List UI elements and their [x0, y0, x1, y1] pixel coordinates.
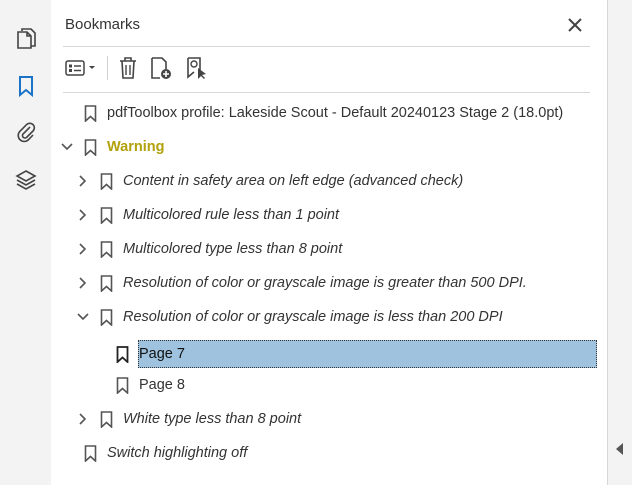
bookmark-icon	[83, 444, 97, 462]
bookmark-icon	[115, 376, 129, 394]
bookmark-label: Content in safety area on left edge (adv…	[123, 173, 464, 189]
bookmark-icon	[83, 104, 97, 122]
bookmark-row-page-7[interactable]: Page 7	[51, 337, 607, 371]
attachments-icon[interactable]	[12, 118, 40, 146]
panel-title: Bookmarks	[65, 16, 141, 33]
bookmark-row-warning[interactable]: Warning	[51, 130, 607, 164]
chevron-down-icon[interactable]	[76, 310, 90, 324]
toolbar-separator	[107, 56, 108, 80]
bookmarks-icon[interactable]	[12, 72, 40, 100]
layers-icon[interactable]	[12, 166, 40, 194]
bookmark-icon	[115, 345, 129, 363]
bookmark-icon	[99, 410, 113, 428]
bookmark-row-type[interactable]: Multicolored type less than 8 point	[51, 232, 607, 266]
add-bookmark-icon[interactable]	[148, 53, 174, 83]
bookmark-icon	[99, 240, 113, 258]
chevron-right-icon[interactable]	[76, 174, 90, 188]
bookmark-icon	[99, 274, 113, 292]
chevron-right-icon[interactable]	[76, 208, 90, 222]
bookmark-row-white-type[interactable]: White type less than 8 point	[51, 402, 607, 436]
bookmark-row-switch[interactable]: Switch highlighting off	[51, 436, 607, 470]
bookmark-row-res-low[interactable]: Resolution of color or grayscale image i…	[51, 300, 607, 334]
bookmark-label: Warning	[107, 139, 165, 155]
navigation-rail	[0, 0, 52, 485]
bookmark-label: Page 8	[139, 377, 185, 393]
collapse-panel-arrow-icon[interactable]	[614, 442, 624, 461]
bookmark-label: Resolution of color or grayscale image i…	[123, 309, 503, 325]
chevron-right-icon[interactable]	[76, 412, 90, 426]
bookmark-label: Switch highlighting off	[107, 445, 248, 461]
bookmark-label: White type less than 8 point	[123, 411, 302, 427]
bookmark-row-profile[interactable]: pdfToolbox profile: Lakeside Scout - Def…	[51, 96, 607, 130]
bookmark-row-rule[interactable]: Multicolored rule less than 1 point	[51, 198, 607, 232]
bookmark-row-res-high[interactable]: Resolution of color or grayscale image i…	[51, 266, 607, 300]
toolbar-divider	[63, 92, 590, 93]
bookmark-icon	[99, 172, 113, 190]
bookmark-row-safety[interactable]: Content in safety area on left edge (adv…	[51, 164, 607, 198]
bookmark-label: pdfToolbox profile: Lakeside Scout - Def…	[107, 105, 564, 121]
bookmark-icon	[83, 138, 97, 156]
bookmark-icon	[99, 206, 113, 224]
close-icon[interactable]	[564, 14, 586, 36]
bookmark-icon	[99, 308, 113, 326]
pages-icon[interactable]	[12, 24, 40, 52]
bookmark-row-page-8[interactable]: Page 8	[51, 368, 607, 402]
chevron-right-icon[interactable]	[76, 276, 90, 290]
bookmarks-panel: Bookmarks pdfToolbox profile: Lakeside S…	[51, 0, 607, 485]
bookmark-label: Page 7	[139, 346, 185, 362]
document-area-edge	[607, 0, 632, 485]
bookmark-from-selection-icon[interactable]	[183, 53, 209, 83]
trash-icon[interactable]	[115, 53, 141, 83]
bookmark-label: Resolution of color or grayscale image i…	[123, 275, 527, 291]
chevron-right-icon[interactable]	[76, 242, 90, 256]
bookmark-label: Multicolored rule less than 1 point	[123, 207, 340, 223]
chevron-down-icon[interactable]	[60, 140, 74, 154]
header-divider	[63, 46, 590, 47]
list-options-icon[interactable]	[63, 53, 101, 83]
bookmark-label: Multicolored type less than 8 point	[123, 241, 343, 257]
